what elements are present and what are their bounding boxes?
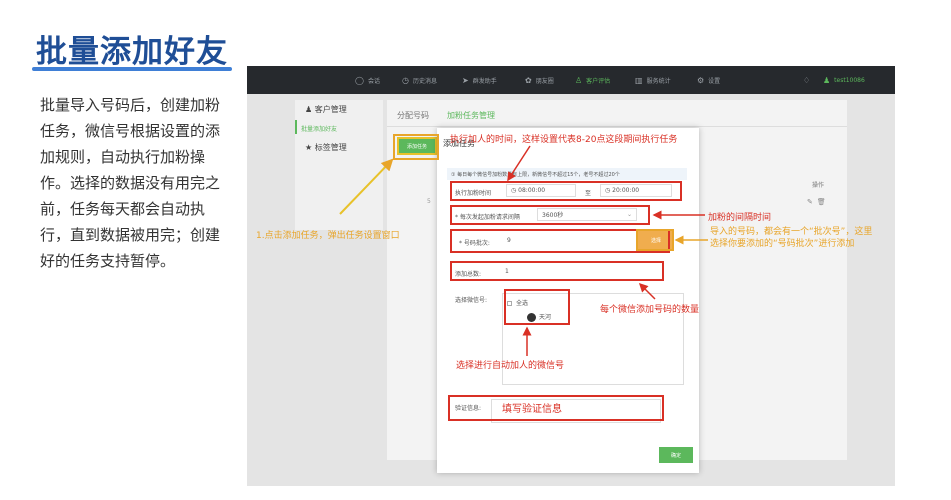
nav-item-broadcast[interactable]: ➤ 群发助手 bbox=[462, 66, 497, 94]
clock-icon: ◷ bbox=[402, 75, 409, 85]
annotation-wechat: 选择进行自动加人的微信号 bbox=[456, 361, 565, 371]
moments-icon: ✿ bbox=[525, 75, 532, 85]
sidebar-item-customer-mgmt[interactable]: ♟ 客户管理 bbox=[305, 104, 347, 115]
highlight-wechat bbox=[504, 289, 570, 325]
highlight-add-task bbox=[393, 134, 439, 160]
tab-add-fans-task[interactable]: 加粉任务管理 bbox=[447, 110, 495, 121]
notice-banner: ① 每日每个微信号加粉数量有上限，新微信号不超过15个，老号不超过20个 bbox=[447, 168, 687, 180]
highlight-total bbox=[450, 261, 664, 281]
highlight-select-button bbox=[636, 229, 674, 251]
nav-item-settings[interactable]: ⚙ 设置 bbox=[697, 66, 720, 94]
bar-chart-icon: ▥ bbox=[635, 75, 643, 85]
chat-icon: ◯ bbox=[355, 75, 364, 85]
nav-item-chat[interactable]: ◯ 会话 bbox=[355, 66, 380, 94]
row-actions: ✎🗑 bbox=[807, 198, 830, 206]
user-icon: ♟ bbox=[305, 105, 315, 114]
gear-icon: ⚙ bbox=[697, 75, 705, 85]
user-icon: ♙ bbox=[575, 75, 583, 85]
annotation-total: 每个微信添加号码的数量 bbox=[600, 305, 700, 315]
active-indicator bbox=[295, 120, 297, 134]
slide: 批量添加好友 批量导入号码后，创建加粉任务，微信号根据设置的添加规则，自动执行加… bbox=[0, 0, 951, 500]
annotation-batch: 导入的号码，都会有一个“批次号”，这里选择你要添加的“号码批次”进行添加 bbox=[710, 227, 873, 249]
wechat-label: 选择微信号: bbox=[455, 297, 488, 304]
row-number: 5 bbox=[427, 198, 431, 205]
star-icon: ★ bbox=[305, 143, 315, 152]
nav-item-stats[interactable]: ▥ 服务统计 bbox=[635, 66, 671, 94]
slide-title: 批量添加好友 bbox=[36, 34, 228, 70]
slide-description: 批量导入号码后，创建加粉任务，微信号根据设置的添加规则，自动执行加粉操作。选择的… bbox=[40, 96, 221, 270]
title-underline bbox=[32, 67, 232, 71]
notification-icon[interactable]: ♢ bbox=[803, 66, 810, 94]
annotation-add-task: 1.点击添加任务，弹出任务设置窗口 bbox=[256, 231, 400, 241]
edit-icon[interactable]: ✎ bbox=[807, 198, 817, 206]
nav-item-customer[interactable]: ♙ 客户评估 bbox=[575, 66, 610, 94]
nav-item-history[interactable]: ◷ 历史消息 bbox=[402, 66, 437, 94]
top-nav: ◯ 会话 ◷ 历史消息 ➤ 群发助手 ✿ 朋友圈 ♙ 客户评估 ▥ 服务统计 ⚙ 设置 ♢ ♟… bbox=[247, 66, 895, 94]
annotation-exec-time: 执行加人的时间，这样设置代表8-20点这段期间执行任务 bbox=[450, 135, 678, 145]
column-header-operation: 操作 bbox=[812, 182, 825, 189]
person-icon: ♟ bbox=[823, 75, 831, 85]
annotation-interval: 加粉的间隔时间 bbox=[708, 213, 772, 223]
tab-divider bbox=[387, 126, 847, 127]
sidebar-item-tag-mgmt[interactable]: ★ 标签管理 bbox=[305, 142, 347, 153]
trash-icon[interactable]: 🗑 bbox=[817, 198, 830, 206]
highlight-interval bbox=[450, 205, 650, 225]
highlight-exec-time bbox=[450, 181, 682, 201]
tab-assign-numbers[interactable]: 分配号码 bbox=[397, 110, 429, 121]
send-icon: ➤ bbox=[462, 75, 469, 85]
user-menu[interactable]: ♟ test10086 bbox=[823, 66, 865, 94]
sidebar: ♟ 客户管理 批量添加好友 ★ 标签管理 bbox=[295, 100, 383, 230]
nav-item-moments[interactable]: ✿ 朋友圈 bbox=[525, 66, 554, 94]
confirm-button[interactable]: 确定 bbox=[659, 447, 693, 463]
sidebar-item-batch-add[interactable]: 批量添加好友 bbox=[301, 124, 337, 133]
highlight-verify bbox=[448, 395, 664, 421]
